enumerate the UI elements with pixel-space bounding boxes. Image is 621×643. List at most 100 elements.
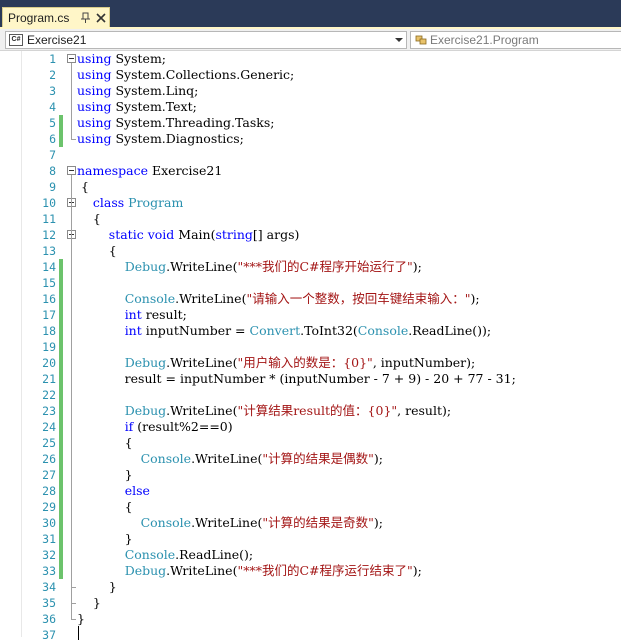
- outline-guide-end: [71, 139, 76, 140]
- code-text: using System.Diagnostics;: [77, 131, 244, 147]
- type-token: Debug: [124, 403, 167, 418]
- collapse-toggle-icon[interactable]: [67, 54, 76, 63]
- code-token: inputNumber =: [141, 323, 250, 338]
- document-tab-strip: Program.cs: [0, 0, 621, 29]
- code-line[interactable]: 18 int inputNumber = Convert.ToInt32(Con…: [0, 323, 621, 339]
- line-number: 3: [49, 84, 56, 98]
- line-number: 27: [42, 468, 56, 482]
- code-line[interactable]: 34 }: [0, 579, 621, 595]
- code-line[interactable]: 1 using System;: [0, 51, 621, 67]
- keyword-token: using: [77, 51, 112, 66]
- line-number: 26: [42, 452, 56, 466]
- code-line[interactable]: 23 Debug.WriteLine("计算结果result的值：{0}", r…: [0, 403, 621, 419]
- change-indicator: [59, 291, 63, 307]
- code-text: if (result%2==0): [77, 419, 233, 435]
- type-token: Debug: [124, 563, 167, 578]
- tab-program-cs[interactable]: Program.cs: [2, 7, 110, 28]
- code-line[interactable]: 20 Debug.WriteLine("用户输入的数是：{0}", inputN…: [0, 355, 621, 371]
- line-number: 35: [42, 596, 56, 610]
- code-line[interactable]: 36}: [0, 611, 621, 627]
- code-line[interactable]: 4 using System.Text;: [0, 99, 621, 115]
- keyword-token: using: [77, 115, 112, 130]
- code-line[interactable]: 2 using System.Collections.Generic;: [0, 67, 621, 83]
- line-number: 8: [49, 164, 56, 178]
- collapse-toggle-icon[interactable]: [67, 166, 76, 175]
- code-line[interactable]: 7: [0, 147, 621, 163]
- code-editor[interactable]: 1 using System; 2 using System.Collections.…: [0, 51, 621, 642]
- code-text: Debug.WriteLine("用户输入的数是：{0}", inputNumb…: [77, 355, 476, 371]
- code-text: int result;: [77, 307, 187, 323]
- code-line[interactable]: 17 int result;: [0, 307, 621, 323]
- code-text: {: [77, 211, 101, 227]
- line-number: 7: [49, 148, 56, 162]
- outline-guide: [71, 239, 72, 587]
- code-line[interactable]: 13 {: [0, 243, 621, 259]
- code-token: System.Text;: [111, 99, 197, 114]
- code-line[interactable]: 12 static void Main(string[] args): [0, 227, 621, 243]
- keyword-token: string: [215, 227, 253, 242]
- pin-icon[interactable]: [80, 11, 92, 24]
- code-line[interactable]: 25 {: [0, 435, 621, 451]
- keyword-token: static: [108, 227, 144, 242]
- code-line[interactable]: 8 namespace Exercise21: [0, 163, 621, 179]
- code-text: {: [77, 499, 133, 515]
- code-line[interactable]: 19: [0, 339, 621, 355]
- code-text: Console.WriteLine("计算的结果是偶数");: [77, 451, 383, 467]
- code-line[interactable]: 10 class Program: [0, 195, 621, 211]
- code-line[interactable]: 26 Console.WriteLine("计算的结果是偶数");: [0, 451, 621, 467]
- code-line[interactable]: 22: [0, 387, 621, 403]
- code-line[interactable]: 9 {: [0, 179, 621, 195]
- code-line[interactable]: 11 {: [0, 211, 621, 227]
- code-text: int inputNumber = Convert.ToInt32(Consol…: [77, 323, 491, 339]
- code-line[interactable]: 6 using System.Diagnostics;: [0, 131, 621, 147]
- code-token: result;: [141, 307, 187, 322]
- code-text: }: [77, 611, 85, 627]
- code-token: {: [77, 499, 133, 514]
- change-indicator: [59, 371, 63, 387]
- chevron-down-icon[interactable]: [395, 38, 403, 42]
- code-line[interactable]: 3 using System.Linq;: [0, 83, 621, 99]
- type-token: Debug: [124, 259, 167, 274]
- code-token: {: [77, 243, 117, 258]
- code-text: result = inputNumber * (inputNumber - 7 …: [77, 371, 516, 387]
- member-dropdown[interactable]: Exercise21.Program: [410, 31, 621, 49]
- code-line[interactable]: 24 if (result%2==0): [0, 419, 621, 435]
- code-line[interactable]: 37: [0, 627, 621, 643]
- change-indicator: [59, 563, 63, 579]
- code-token: }: [77, 595, 101, 610]
- string-token: "计算结果result的值：{0}": [237, 403, 398, 418]
- code-line[interactable]: 16 Console.WriteLine("请输入一个整数，按回车键结束输入："…: [0, 291, 621, 307]
- code-line[interactable]: 14 Debug.WriteLine("***我们的C#程序开始运行了");: [0, 259, 621, 275]
- code-token: }: [77, 467, 133, 482]
- code-line[interactable]: 33 Debug.WriteLine("***我们的C#程序运行结束了");: [0, 563, 621, 579]
- string-token: "***我们的C#程序运行结束了": [237, 563, 413, 578]
- csharp-project-icon: C#: [9, 34, 23, 46]
- code-line[interactable]: 21 result = inputNumber * (inputNumber -…: [0, 371, 621, 387]
- code-line[interactable]: 31 }: [0, 531, 621, 547]
- code-line[interactable]: 30 Console.WriteLine("计算的结果是奇数");: [0, 515, 621, 531]
- type-token: Program: [128, 195, 184, 210]
- code-line[interactable]: 32 Console.ReadLine();: [0, 547, 621, 563]
- keyword-token: class: [92, 195, 125, 210]
- code-line[interactable]: 27 }: [0, 467, 621, 483]
- code-token: .ToInt32(: [300, 323, 358, 338]
- keyword-token: namespace: [77, 163, 149, 178]
- code-line[interactable]: 5 using System.Threading.Tasks;: [0, 115, 621, 131]
- code-line[interactable]: 35 }: [0, 595, 621, 611]
- keyword-token: using: [77, 67, 112, 82]
- line-number: 23: [42, 404, 56, 418]
- project-dropdown[interactable]: C# Exercise21: [5, 31, 407, 49]
- code-text: {: [77, 435, 133, 451]
- close-icon[interactable]: [95, 11, 107, 24]
- line-number: 11: [42, 212, 56, 226]
- code-line[interactable]: 29 {: [0, 499, 621, 515]
- line-number: 18: [42, 324, 56, 338]
- code-line[interactable]: 28 else: [0, 483, 621, 499]
- code-line[interactable]: 15: [0, 275, 621, 291]
- keyword-token: else: [124, 483, 150, 498]
